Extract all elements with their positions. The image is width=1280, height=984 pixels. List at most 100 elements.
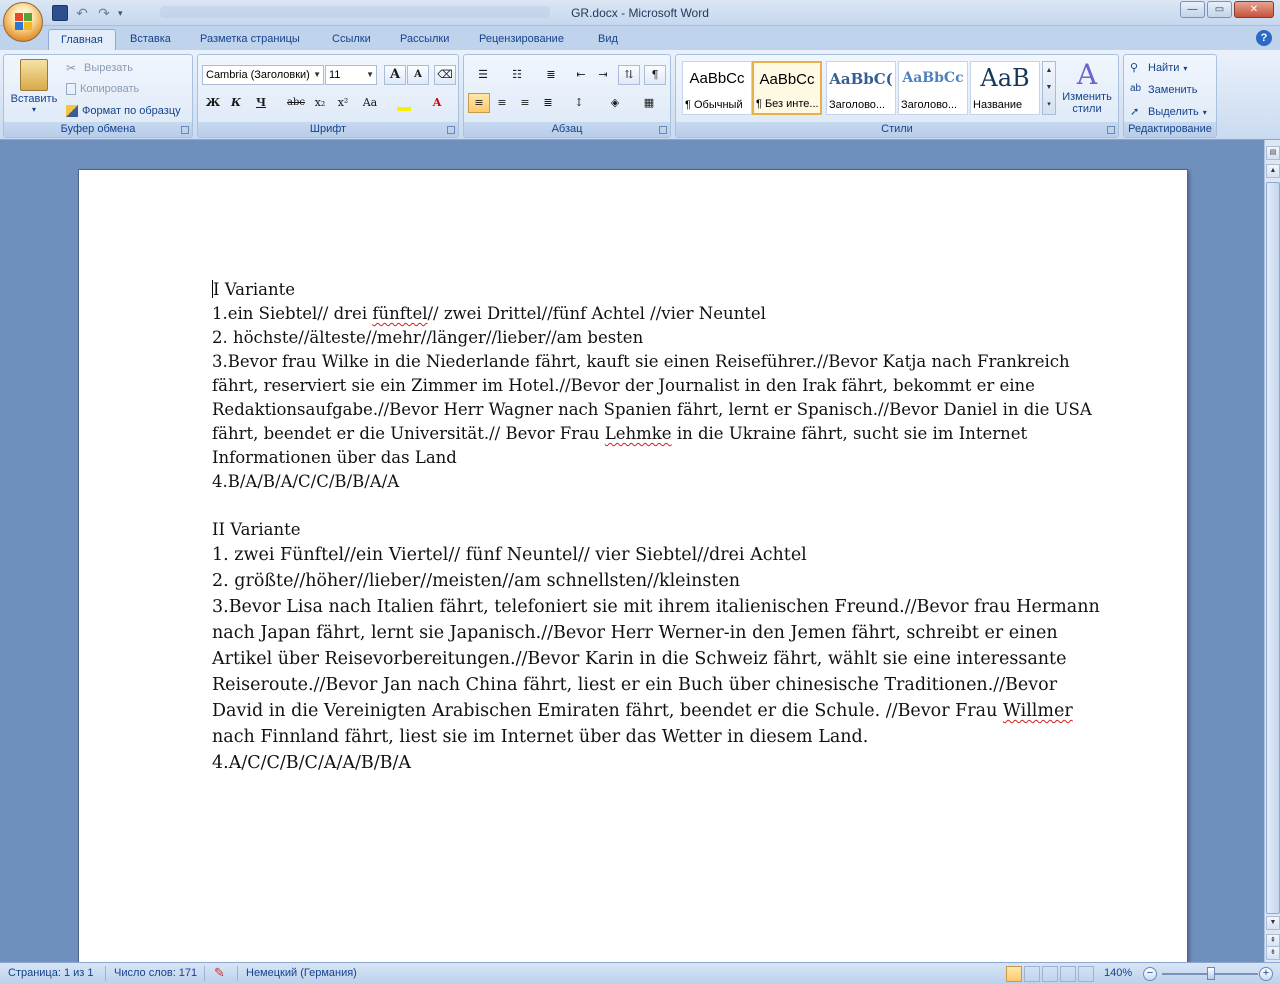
grow-font-button[interactable]: A: [384, 65, 406, 85]
print-layout-icon[interactable]: [1006, 966, 1022, 982]
bold-button[interactable]: Ж: [202, 93, 224, 113]
outline-icon[interactable]: [1060, 966, 1076, 982]
paste-button[interactable]: Вставить ▾: [8, 59, 60, 114]
underline-button[interactable]: Ч: [250, 93, 272, 113]
document-text[interactable]: I Variante 1.ein Siebtel// drei fünftel/…: [212, 278, 1112, 776]
variant-2-section: II Variante 1. zwei Fünftel//ein Viertel…: [212, 518, 1112, 776]
document-page[interactable]: I Variante 1.ein Siebtel// drei fünftel/…: [78, 169, 1188, 962]
zoom-in-icon[interactable]: +: [1259, 967, 1273, 981]
font-name-value: Cambria (Заголовки): [206, 69, 310, 81]
show-formatting-button[interactable]: ¶: [644, 65, 666, 85]
word-count[interactable]: Число слов: 171: [114, 967, 197, 979]
superscript-button[interactable]: x²: [332, 93, 354, 113]
scroll-thumb[interactable]: [1266, 182, 1280, 914]
full-screen-reading-icon[interactable]: [1024, 966, 1040, 982]
line-spacing-icon[interactable]: ↕: [564, 93, 594, 113]
font-color-icon[interactable]: A: [422, 93, 452, 113]
change-case-button[interactable]: Aa: [356, 93, 384, 113]
editing-group: ⚲ Найти ▾ ab Заменить ➚ Выделить ▾ Редак…: [1123, 54, 1217, 138]
variant-1-line-2: 2. höchste//älteste//mehr//länger//liebe…: [212, 328, 644, 347]
tab-view[interactable]: Вид: [586, 29, 630, 50]
language[interactable]: Немецкий (Германия): [246, 967, 357, 979]
style-heading1[interactable]: AaBbC( Заголово...: [826, 61, 896, 115]
empty-paragraph: [212, 494, 1112, 518]
help-icon[interactable]: ?: [1256, 30, 1272, 46]
find-button[interactable]: ⚲ Найти ▾: [1130, 61, 1187, 75]
chevron-down-icon: ▼: [366, 70, 374, 79]
replace-button[interactable]: ab Заменить: [1130, 83, 1197, 97]
variant-1-heading: I Variante: [212, 278, 1112, 302]
office-logo-icon: [15, 13, 33, 31]
italic-button[interactable]: К: [225, 93, 247, 113]
paragraph-launcher-icon[interactable]: [659, 126, 667, 134]
copy-button[interactable]: Копировать: [66, 83, 139, 95]
proofing-icon[interactable]: ✎: [214, 965, 225, 981]
multilevel-list-icon[interactable]: ≣: [536, 65, 566, 85]
style-heading2[interactable]: AaBbCc Заголово...: [898, 61, 968, 115]
minimize-button[interactable]: —: [1180, 1, 1205, 18]
tab-review[interactable]: Рецензирование: [467, 29, 576, 50]
styles-launcher-icon[interactable]: [1107, 126, 1115, 134]
clear-formatting-icon[interactable]: ⌫: [434, 65, 456, 85]
increase-indent-icon[interactable]: ⇥: [592, 65, 614, 85]
variant-1-line-1: 1.ein Siebtel// drei fünftel// zwei Drit…: [212, 302, 1112, 326]
align-right-icon[interactable]: ≡: [514, 93, 536, 113]
style-normal[interactable]: AaBbCc ¶ Обычный: [682, 61, 752, 115]
zoom-level[interactable]: 140%: [1104, 967, 1132, 979]
font-size-combo[interactable]: 11 ▼: [325, 65, 377, 85]
scroll-down-icon[interactable]: ▼: [1266, 916, 1280, 930]
line-text: 3.Bevor Lisa nach Italien fährt, telefon…: [212, 597, 1100, 721]
status-bar: Страница: 1 из 1 Число слов: 171 ✎ Немец…: [0, 962, 1280, 984]
status-separator: [237, 966, 238, 981]
vertical-scrollbar[interactable]: ▤ ▲ ▼ ⇞ ⇟: [1264, 140, 1280, 962]
font-launcher-icon[interactable]: [447, 126, 455, 134]
style-title-name: Название: [973, 99, 1023, 111]
strikethrough-button[interactable]: abc: [283, 93, 309, 113]
web-layout-icon[interactable]: [1042, 966, 1058, 982]
tab-insert[interactable]: Вставка: [118, 29, 183, 50]
scroll-up-icon[interactable]: ▲: [1266, 164, 1280, 178]
draft-icon[interactable]: [1078, 966, 1094, 982]
copy-icon: [66, 83, 76, 95]
change-styles-button[interactable]: A Изменить стили: [1058, 59, 1116, 116]
tab-references[interactable]: Ссылки: [320, 29, 383, 50]
zoom-out-icon[interactable]: −: [1143, 967, 1157, 981]
tab-page-layout[interactable]: Разметка страницы: [188, 29, 312, 50]
style-no-spacing[interactable]: AaBbCc ¶ Без инте...: [752, 61, 822, 115]
ruler-toggle-icon[interactable]: ▤: [1266, 146, 1280, 160]
maximize-button[interactable]: ▭: [1207, 1, 1232, 18]
subscript-button[interactable]: x₂: [309, 93, 331, 113]
page-count[interactable]: Страница: 1 из 1: [8, 967, 94, 979]
styles-gallery-scroll[interactable]: ▲ ▼ ▾: [1042, 61, 1056, 115]
sort-icon[interactable]: ⇅: [618, 65, 640, 85]
tab-home[interactable]: Главная: [48, 29, 116, 50]
scissors-icon: ✂: [66, 61, 77, 75]
shrink-font-button[interactable]: A: [407, 65, 429, 85]
style-heading2-sample: AaBbCc: [902, 70, 964, 86]
align-center-icon[interactable]: ≡: [491, 93, 513, 113]
editing-group-label: Редактирование: [1124, 122, 1216, 137]
decrease-indent-icon[interactable]: ⇤: [570, 65, 592, 85]
justify-icon[interactable]: ≣: [537, 93, 559, 113]
tab-mailings[interactable]: Рассылки: [388, 29, 461, 50]
next-page-icon[interactable]: ⇟: [1266, 946, 1280, 960]
office-button[interactable]: [3, 2, 43, 42]
bullets-icon[interactable]: ☰: [468, 65, 498, 85]
close-button[interactable]: ✕: [1234, 1, 1274, 18]
borders-icon[interactable]: ▦: [634, 93, 664, 113]
paste-icon: [20, 59, 48, 91]
font-name-combo[interactable]: Cambria (Заголовки) ▼: [202, 65, 324, 85]
status-separator: [105, 966, 106, 981]
select-button[interactable]: ➚ Выделить ▾: [1130, 105, 1207, 119]
shading-icon[interactable]: ◈: [600, 93, 630, 113]
style-title[interactable]: AaB Название: [970, 61, 1040, 115]
find-label: Найти: [1148, 62, 1180, 74]
align-left-icon[interactable]: ≡: [468, 93, 490, 113]
numbering-icon[interactable]: ☷: [502, 65, 532, 85]
spelling-error-word: Willmer: [1002, 701, 1073, 721]
zoom-slider-thumb[interactable]: [1207, 967, 1215, 980]
format-painter-button[interactable]: Формат по образцу: [66, 105, 181, 117]
highlight-icon[interactable]: [390, 93, 418, 113]
clipboard-launcher-icon[interactable]: [181, 126, 189, 134]
cut-button[interactable]: ✂ Вырезать: [66, 61, 133, 75]
